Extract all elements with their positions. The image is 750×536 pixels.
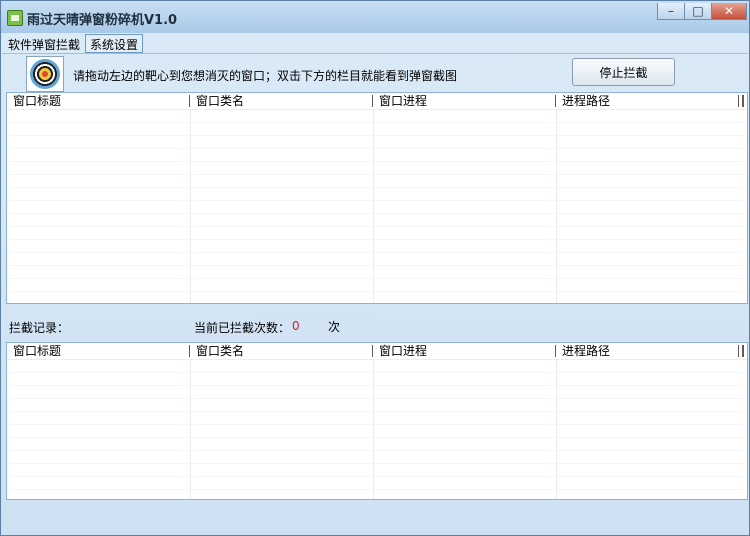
minimize-button[interactable]: – [657,3,685,20]
stop-interception-button[interactable]: 停止拦截 [572,58,675,86]
bullseye-rings [30,59,60,89]
instruction-text: 请拖动左边的靶心到您想消灭的窗口；双击下方的栏目就能看到弹窗截图 [73,69,458,83]
bullseye-target-icon[interactable] [26,56,64,92]
log-list-body[interactable] [7,360,747,499]
interception-panel: 请拖动左边的靶心到您想消灭的窗口；双击下方的栏目就能看到弹窗截图 停止拦截 窗口… [2,53,748,535]
window-title: 雨过天晴弹窗粉碎机V1.0 [27,13,178,28]
log-list-header: 窗口标题 窗口类名 窗口进程 进程路径 [7,343,747,360]
column-window-process[interactable]: 窗口进程 [373,93,556,109]
log-column-process-path[interactable]: 进程路径 [556,343,739,359]
title-bar[interactable]: 雨过天晴弹窗粉碎机V1.0 – □ ✕ [1,1,749,33]
log-column-end-divider [742,345,744,357]
column-window-class[interactable]: 窗口类名 [190,93,373,109]
maximize-button[interactable]: □ [684,3,712,20]
count-unit: 次 [328,320,341,334]
app-logo-icon [7,10,23,26]
column-end-divider [742,95,744,107]
main-window: 雨过天晴弹窗粉碎机V1.0 – □ ✕ 软件弹窗拦截 系统设置 请拖动左边的靶心… [0,0,750,536]
tab-popup-interception[interactable]: 软件弹窗拦截 [3,34,86,53]
window-list[interactable]: 窗口标题 窗口类名 窗口进程 进程路径 [6,92,748,304]
log-column-window-process[interactable]: 窗口进程 [373,343,556,359]
count-label: 当前已拦截次数： [194,321,291,335]
tab-system-settings[interactable]: 系统设置 [85,34,144,53]
log-column-window-class[interactable]: 窗口类名 [190,343,373,359]
log-column-window-title[interactable]: 窗口标题 [7,343,190,359]
interception-log-list[interactable]: 窗口标题 窗口类名 窗口进程 进程路径 [6,342,748,500]
window-list-header: 窗口标题 窗口类名 窗口进程 进程路径 [7,93,747,110]
count-value: 0 [292,319,300,333]
tab-bar: 软件弹窗拦截 系统设置 [3,34,144,53]
column-window-title[interactable]: 窗口标题 [7,93,190,109]
column-process-path[interactable]: 进程路径 [556,93,739,109]
log-label: 拦截记录： [9,321,70,335]
close-button[interactable]: ✕ [711,3,747,20]
window-list-body[interactable] [7,110,747,303]
